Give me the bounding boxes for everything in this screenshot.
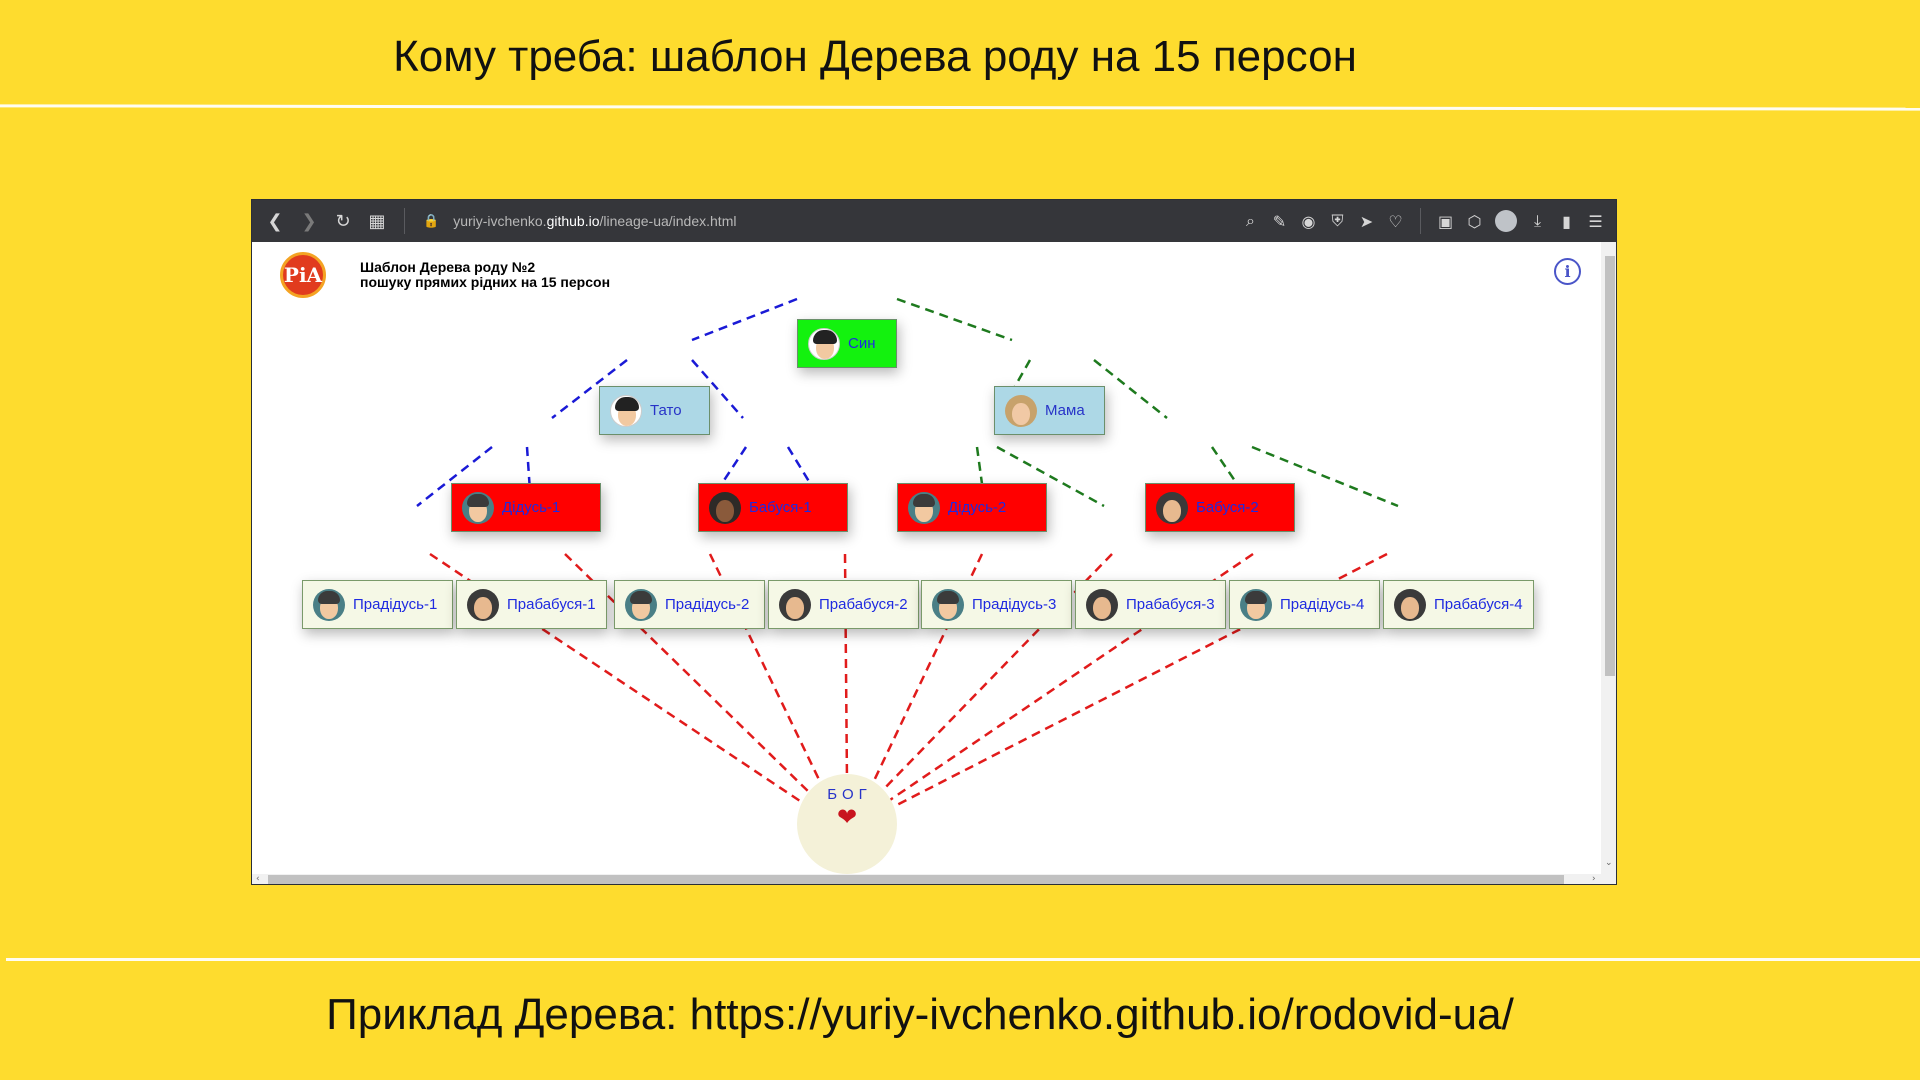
person-great-grandmother-2[interactable]: Прабабуся-2 bbox=[768, 580, 919, 629]
person-label: Дідусь-2 bbox=[948, 499, 1007, 516]
man-avatar-icon bbox=[932, 588, 964, 621]
download-icon[interactable]: ⤓ bbox=[1523, 211, 1552, 231]
scroll-left-arrow-icon[interactable]: ‹ bbox=[256, 874, 260, 884]
toolbar-separator bbox=[404, 208, 405, 234]
apps-grid-icon[interactable]: ▦ bbox=[360, 211, 394, 232]
person-grandfather-1[interactable]: Дідусь-1 bbox=[451, 483, 601, 532]
person-label: Прадідусь-1 bbox=[353, 596, 438, 613]
url-host: github.io bbox=[546, 213, 600, 229]
person-father[interactable]: Тато bbox=[599, 386, 710, 435]
url-prefix: yuriy-ivchenko. bbox=[453, 213, 547, 229]
person-great-grandmother-1[interactable]: Прабабуся-1 bbox=[456, 580, 607, 629]
link-son-mother bbox=[896, 297, 1013, 342]
person-grandmother-2[interactable]: Бабуся-2 bbox=[1145, 483, 1295, 532]
person-great-grandfather-2[interactable]: Прадідусь-2 bbox=[614, 580, 765, 629]
person-great-grandfather-4[interactable]: Прадідусь-4 bbox=[1229, 580, 1380, 629]
menu-icon[interactable]: ☰ bbox=[1581, 212, 1610, 231]
person-son[interactable]: Син bbox=[797, 319, 897, 368]
person-label: Прабабуся-4 bbox=[1434, 596, 1523, 613]
url-path: /lineage-ua/index.html bbox=[599, 213, 737, 229]
zoom-search-icon[interactable]: ⌕ bbox=[1236, 211, 1265, 231]
back-icon[interactable]: ❮ bbox=[258, 211, 292, 232]
battery-icon[interactable]: ▮ bbox=[1552, 212, 1581, 231]
person-label: Прадідусь-2 bbox=[665, 596, 750, 613]
person-great-grandmother-3[interactable]: Прабабуся-3 bbox=[1075, 580, 1226, 629]
person-great-grandmother-4[interactable]: Прабабуся-4 bbox=[1383, 580, 1534, 629]
forward-icon[interactable]: ❯ bbox=[292, 211, 326, 232]
woman-avatar-icon bbox=[779, 588, 811, 621]
person-label: Прадідусь-4 bbox=[1280, 596, 1365, 613]
woman-avatar-icon bbox=[467, 588, 499, 621]
browser-window: ❮ ❯ ↻ ▦ 🔒 yuriy-ivchenko. github.io/linea… bbox=[251, 199, 1617, 885]
woman-avatar-icon bbox=[709, 491, 741, 524]
horizontal-scroll-thumb[interactable] bbox=[268, 875, 1564, 884]
slide-footer: Приклад Дерева: https://yuriy-ivchenko.g… bbox=[326, 990, 1514, 1039]
woman-avatar-icon bbox=[1005, 394, 1037, 427]
bottom-divider bbox=[6, 958, 1920, 961]
scroll-right-arrow-icon[interactable]: › bbox=[1592, 874, 1596, 884]
man-avatar-icon bbox=[908, 491, 940, 524]
extensions-cube-icon[interactable]: ⬡ bbox=[1460, 212, 1489, 231]
camera-icon[interactable]: ◉ bbox=[1294, 212, 1323, 231]
link-son-father bbox=[691, 297, 798, 342]
edit-icon[interactable]: ✎ bbox=[1265, 212, 1294, 231]
person-great-grandfather-3[interactable]: Прадідусь-3 bbox=[921, 580, 1072, 629]
root-node-god[interactable]: БОГ ❤ bbox=[797, 774, 897, 874]
boy-avatar-icon bbox=[808, 327, 840, 360]
send-icon[interactable]: ➤ bbox=[1352, 212, 1381, 231]
man-avatar-icon bbox=[313, 588, 345, 621]
woman-avatar-icon bbox=[1086, 588, 1118, 621]
person-son-label: Син bbox=[848, 335, 876, 352]
person-label: Бабуся-1 bbox=[749, 499, 812, 516]
root-label: БОГ bbox=[827, 786, 872, 803]
person-father-label: Тато bbox=[650, 402, 682, 419]
person-great-grandfather-1[interactable]: Прадідусь-1 bbox=[302, 580, 453, 629]
person-mother-label: Мама bbox=[1045, 402, 1085, 419]
man-avatar-icon bbox=[462, 491, 494, 524]
page-content: PiA Шаблон Дерева роду №2 пошуку прямих … bbox=[252, 242, 1601, 874]
reload-icon[interactable]: ↻ bbox=[326, 211, 360, 232]
browser-toolbar: ❮ ❯ ↻ ▦ 🔒 yuriy-ivchenko. github.io/linea… bbox=[252, 200, 1616, 242]
person-label: Дідусь-1 bbox=[502, 499, 561, 516]
profile-avatar-icon[interactable] bbox=[1495, 210, 1517, 232]
tree-links bbox=[416, 297, 1399, 810]
man-avatar-icon bbox=[1240, 588, 1272, 621]
person-grandmother-1[interactable]: Бабуся-1 bbox=[698, 483, 848, 532]
person-grandfather-2[interactable]: Дідусь-2 bbox=[897, 483, 1047, 532]
slide-title: Кому треба: шаблон Дерева роду на 15 пер… bbox=[393, 32, 1357, 81]
vertical-scrollbar[interactable]: ⌄ bbox=[1601, 242, 1616, 874]
man-avatar-icon bbox=[625, 588, 657, 621]
top-divider bbox=[0, 104, 1920, 111]
scroll-down-arrow-icon[interactable]: ⌄ bbox=[1605, 858, 1613, 868]
person-label: Прадідусь-3 bbox=[972, 596, 1057, 613]
person-label: Бабуся-2 bbox=[1196, 499, 1259, 516]
woman-avatar-icon bbox=[1394, 588, 1426, 621]
toolbar-actions: ⌕ ✎ ◉ ⛨ ➤ ♡ ▣ ⬡ ⤓ ▮ ☰ bbox=[1236, 208, 1616, 234]
person-label: Прабабуся-2 bbox=[819, 596, 908, 613]
horizontal-scrollbar[interactable]: ‹ › bbox=[252, 874, 1616, 884]
heart-outline-icon[interactable]: ♡ bbox=[1381, 212, 1410, 231]
vertical-scroll-thumb[interactable] bbox=[1605, 256, 1615, 676]
toolbar-separator bbox=[1420, 208, 1421, 234]
person-mother[interactable]: Мама bbox=[994, 386, 1105, 435]
woman-avatar-icon bbox=[1156, 491, 1188, 524]
person-label: Прабабуся-1 bbox=[507, 596, 596, 613]
address-bar[interactable]: 🔒 yuriy-ivchenko. github.io/lineage-ua/in… bbox=[423, 213, 736, 229]
heart-icon: ❤ bbox=[836, 804, 858, 831]
screenshot-icon[interactable]: ▣ bbox=[1431, 212, 1460, 231]
man-avatar-icon bbox=[610, 394, 642, 427]
shield-icon[interactable]: ⛨ bbox=[1323, 211, 1352, 231]
person-label: Прабабуся-3 bbox=[1126, 596, 1215, 613]
lock-icon: 🔒 bbox=[423, 213, 440, 228]
